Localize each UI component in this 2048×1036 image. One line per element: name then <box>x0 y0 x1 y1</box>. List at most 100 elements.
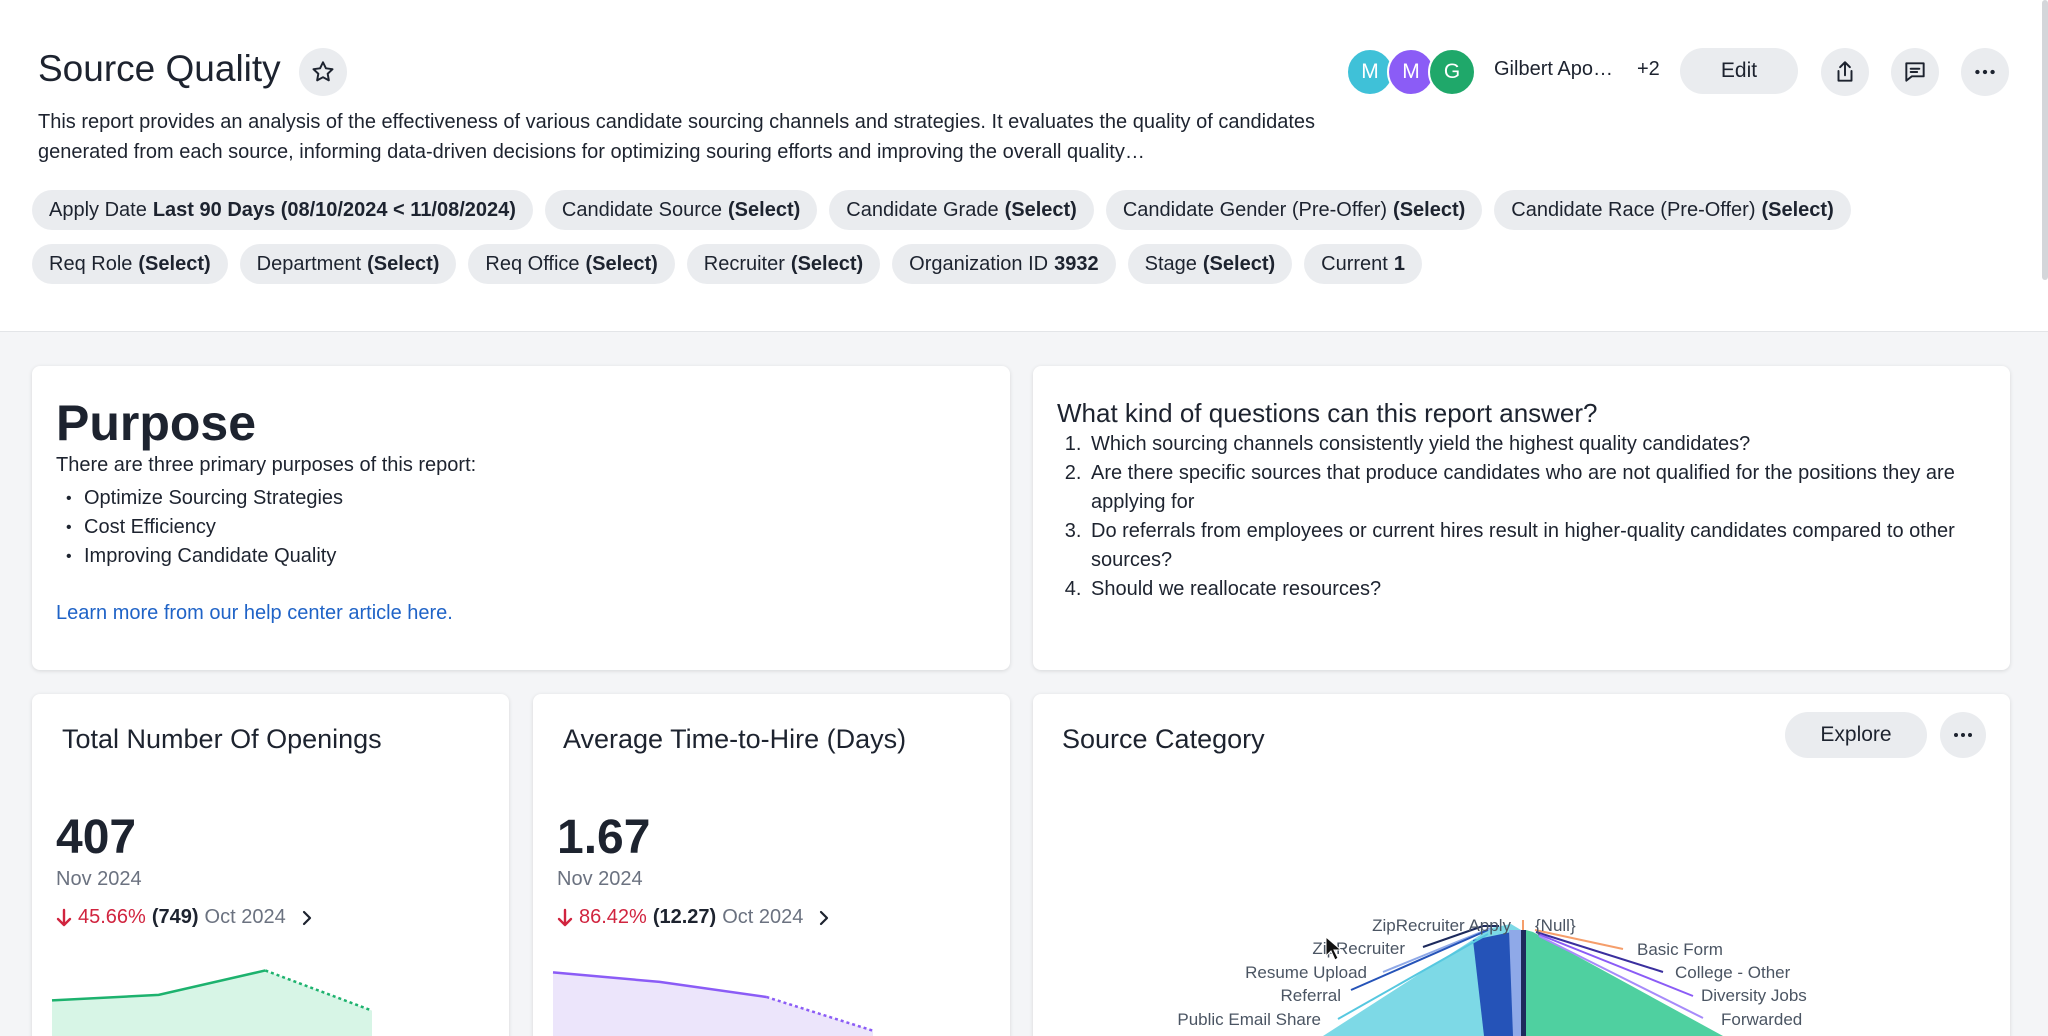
pie-label: Basic Form <box>1637 940 1723 959</box>
filter-chip[interactable]: Candidate Source (Select) <box>544 190 818 230</box>
filter-label: Apply Date <box>49 198 147 221</box>
filter-chip[interactable]: Candidate Grade (Select) <box>829 190 1094 230</box>
scrollbar[interactable] <box>2042 0 2048 280</box>
filter-chip[interactable]: Current 1 <box>1304 244 1422 284</box>
purpose-heading: Purpose <box>56 395 257 451</box>
kpi-card-openings[interactable]: Total Number Of Openings 407 Nov 2024 45… <box>32 694 509 1036</box>
source-pie-chart[interactable]: ZipRecruiter Apply ZipRecruiter Resume U… <box>1033 694 2010 1036</box>
filter-chip[interactable]: Recruiter (Select) <box>686 244 881 284</box>
purpose-card: Purpose There are three primary purposes… <box>32 366 1010 670</box>
filter-label: Candidate Gender (Pre-Offer) <box>1122 198 1388 221</box>
previous-period: Oct 2024 <box>204 906 286 928</box>
filter-chip[interactable]: Department (Select) <box>239 244 457 284</box>
previous-value: (12.27) <box>652 906 717 928</box>
kpi-value: 1.67 <box>557 811 651 864</box>
filter-value: (Select) <box>138 252 211 275</box>
chevron-right-icon[interactable] <box>815 909 833 927</box>
pie-label: {Null} <box>1535 916 1576 935</box>
change-percent: 45.66% <box>78 906 146 928</box>
filter-label: Organization ID <box>909 252 1049 275</box>
filter-chip[interactable]: Stage (Select) <box>1127 244 1293 284</box>
kpi-card-time-to-hire[interactable]: Average Time-to-Hire (Days) 1.67 Nov 202… <box>533 694 1010 1036</box>
source-category-card[interactable]: Source Category Explore ZipRecruiter App… <box>1033 694 2010 1036</box>
filter-label: Stage <box>1144 252 1197 275</box>
trend-sparkline <box>552 971 874 1036</box>
previous-value: (749) <box>151 906 199 928</box>
filter-bar: Apply Date Last 90 Days (08/10/2024 < 11/… <box>32 190 2012 298</box>
avatar[interactable]: G <box>1428 48 1476 96</box>
list-item: Which sourcing channels consistently yie… <box>1087 430 1987 459</box>
pie-label: Referral <box>1281 986 1341 1005</box>
filter-label: Req Role <box>49 252 133 275</box>
report-header: Source Quality This report provides an a… <box>0 0 2048 332</box>
filter-value: (Select) <box>790 252 864 275</box>
pie-label: Diversity Jobs <box>1701 986 1807 1005</box>
filter-label: Candidate Source <box>561 198 723 221</box>
comment-icon <box>1905 62 1925 82</box>
report-description: This report provides an analysis of the … <box>38 111 1316 163</box>
pie-label: Forwarded <box>1721 1010 1802 1029</box>
filter-chip[interactable]: Candidate Race (Pre-Offer) (Select) <box>1494 190 1851 230</box>
arrow-down-icon <box>557 908 573 926</box>
filter-label: Req Office <box>485 252 580 275</box>
list-item: Should we reallocate resources? <box>1087 575 1987 604</box>
filter-value: (Select) <box>367 252 440 275</box>
list-item: Optimize Sourcing Strategies <box>66 484 343 513</box>
arrow-down-icon <box>56 908 72 926</box>
filter-chip[interactable]: Apply Date Last 90 Days (08/10/2024 < 11/… <box>32 190 533 230</box>
more-options-button[interactable] <box>1961 48 2009 96</box>
share-icon <box>1837 61 1853 82</box>
pie-slice[interactable] <box>1521 930 1526 1036</box>
owner-name[interactable]: Gilbert Apo… <box>1494 58 1613 81</box>
filter-label: Recruiter <box>703 252 785 275</box>
filter-label: Department <box>256 252 362 275</box>
kpi-change: 45.66% (749) Oct 2024 <box>56 906 316 929</box>
list-item: Do referrals from employees or current h… <box>1087 517 1987 575</box>
filter-value: 3932 <box>1054 252 1099 275</box>
kpi-period: Nov 2024 <box>56 868 142 890</box>
filter-chip[interactable]: Req Role (Select) <box>32 244 228 284</box>
chevron-right-icon[interactable] <box>298 909 316 927</box>
questions-list: Which sourcing channels consistently yie… <box>1087 430 1987 604</box>
filter-value: (Select) <box>728 198 801 221</box>
comment-button[interactable] <box>1891 48 1939 96</box>
filter-label: Current <box>1321 252 1388 275</box>
questions-heading: What kind of questions can this report a… <box>1057 398 1598 428</box>
trend-sparkline <box>51 969 373 1036</box>
filter-row: Req Role (Select) Department (Select) Req Of… <box>32 244 2012 284</box>
edit-button[interactable]: Edit <box>1680 48 1798 94</box>
purpose-list: Optimize Sourcing Strategies Cost Effici… <box>66 484 343 571</box>
list-item: Are there specific sources that produce … <box>1087 459 1987 517</box>
pie-label: College - Other <box>1675 963 1791 982</box>
filter-chip[interactable]: Req Office (Select) <box>468 244 675 284</box>
favorite-button[interactable] <box>299 48 347 96</box>
questions-card: What kind of questions can this report a… <box>1033 366 2010 670</box>
change-percent: 86.42% <box>579 906 647 928</box>
sparkline-area <box>52 970 372 1036</box>
filter-value: (Select) <box>1202 252 1276 275</box>
filter-label: Candidate Race (Pre-Offer) <box>1511 198 1756 221</box>
kpi-change: 86.42% (12.27) Oct 2024 <box>557 906 833 929</box>
list-item: Improving Candidate Quality <box>66 542 343 571</box>
help-center-link[interactable]: Learn more from our help center article … <box>56 602 453 625</box>
kpi-period: Nov 2024 <box>557 868 643 890</box>
filter-value: (Select) <box>1761 198 1834 221</box>
previous-period: Oct 2024 <box>722 906 804 928</box>
page-title: Source Quality <box>38 48 281 89</box>
filter-chip[interactable]: Candidate Gender (Pre-Offer) (Select) <box>1105 190 1483 230</box>
kpi-title: Average Time-to-Hire (Days) <box>563 724 907 754</box>
filter-value: Last 90 Days (08/10/2024 < 11/08/2024) <box>152 198 516 221</box>
pie-label: ZipRecruiter Apply <box>1372 916 1511 935</box>
filter-value: 1 <box>1393 252 1405 275</box>
kpi-value: 407 <box>56 811 137 864</box>
pie-label: Public Email Share <box>1177 1010 1321 1029</box>
filter-value: (Select) <box>1004 198 1077 221</box>
share-button[interactable] <box>1821 48 1869 96</box>
filter-chip[interactable]: Organization ID 3932 <box>892 244 1116 284</box>
star-icon <box>312 61 334 82</box>
pie-label: Resume Upload <box>1245 963 1367 982</box>
filter-value: (Select) <box>585 252 658 275</box>
more-icon <box>1975 69 1995 75</box>
owner-more-count[interactable]: +2 <box>1637 58 1660 81</box>
filter-row: Apply Date Last 90 Days (08/10/2024 < 11/… <box>32 190 2012 230</box>
